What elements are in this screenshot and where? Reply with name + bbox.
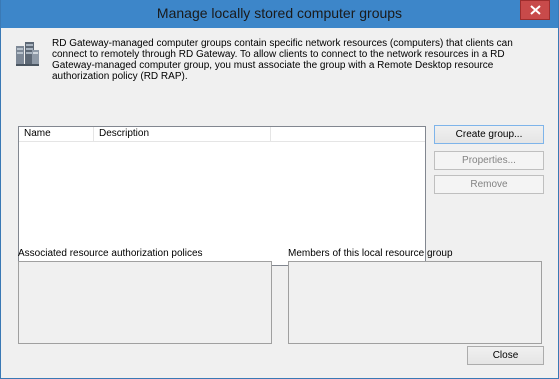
list-header: Name Description [19,127,425,142]
dialog-window: Manage locally stored computer groups RD… [0,0,559,379]
dialog-content: RD Gateway-managed computer groups conta… [8,28,551,371]
policies-label: Associated resource authorization police… [18,248,203,259]
remove-button[interactable]: Remove [434,175,544,194]
title-bar[interactable]: Manage locally stored computer groups [1,0,558,28]
info-description: RD Gateway-managed computer groups conta… [52,38,513,82]
close-icon [530,5,541,15]
members-label: Members of this local resource group [288,248,453,259]
column-header-description[interactable]: Description [94,127,271,141]
window-close-button[interactable] [520,0,550,20]
associated-policies-panel [18,261,272,344]
server-group-icon [16,40,40,73]
create-group-button[interactable]: Create group... [434,125,544,144]
group-members-panel [288,261,542,344]
properties-button[interactable]: Properties... [434,151,544,170]
computer-groups-list[interactable]: Name Description [18,126,426,266]
window-title: Manage locally stored computer groups [156,5,403,21]
column-header-name[interactable]: Name [19,127,94,141]
close-button[interactable]: Close [467,346,544,365]
